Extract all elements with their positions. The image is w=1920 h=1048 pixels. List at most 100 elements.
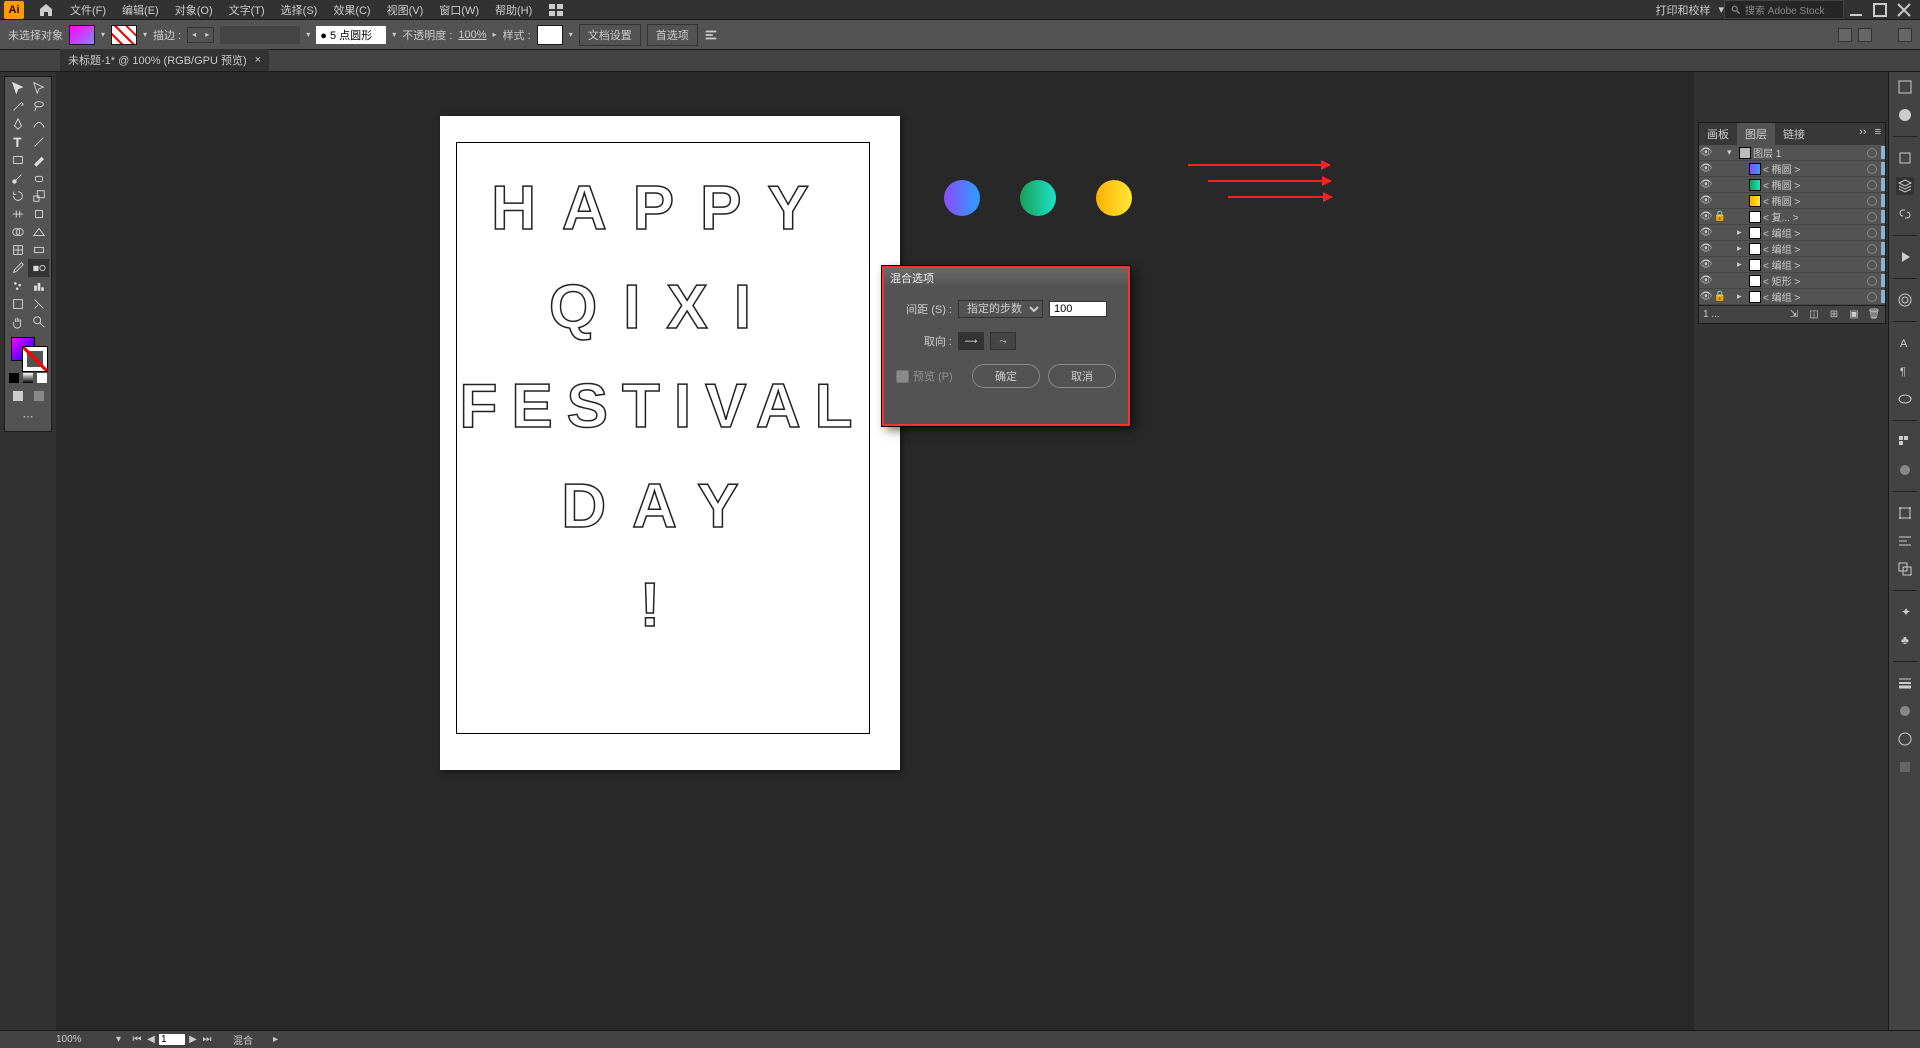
expand-icon[interactable]: ▸ bbox=[1737, 243, 1747, 254]
target-icon[interactable] bbox=[1867, 228, 1877, 238]
color-icon[interactable] bbox=[1896, 106, 1914, 124]
pathfinder-icon[interactable] bbox=[1896, 560, 1914, 578]
layer-name[interactable]: < 编组 > bbox=[1763, 241, 1863, 256]
workspace-label[interactable]: 打印和校样 bbox=[1647, 2, 1718, 18]
doc-setup-button[interactable]: 文档设置 bbox=[579, 24, 641, 46]
layers-icon[interactable] bbox=[1896, 177, 1914, 195]
layout-icon-2[interactable] bbox=[1858, 28, 1872, 42]
paintbrush-tool[interactable] bbox=[28, 151, 49, 169]
menu-view[interactable]: 视图(V) bbox=[379, 0, 432, 20]
selection-tool[interactable] bbox=[7, 79, 28, 97]
make-clip-icon[interactable]: ◫ bbox=[1807, 309, 1821, 321]
hand-tool[interactable] bbox=[7, 313, 28, 331]
chevron-right-icon[interactable]: ▸ bbox=[493, 30, 497, 39]
gradient-circle-2[interactable] bbox=[1020, 180, 1056, 216]
color-mode-gradient[interactable] bbox=[23, 373, 33, 383]
color-mode-solid[interactable] bbox=[9, 373, 19, 383]
maximize-icon[interactable] bbox=[1872, 2, 1888, 18]
brushes-icon[interactable]: ✦ bbox=[1896, 603, 1914, 621]
search-input[interactable]: 搜索 Adobe Stock bbox=[1724, 0, 1844, 19]
layout-icon-3[interactable] bbox=[1898, 28, 1912, 42]
expand-icon[interactable]: ▸ bbox=[1737, 259, 1747, 270]
target-icon[interactable] bbox=[1867, 244, 1877, 254]
swatches-icon[interactable] bbox=[1896, 433, 1914, 451]
visibility-icon[interactable]: 👁 bbox=[1699, 275, 1713, 286]
curvature-tool[interactable] bbox=[28, 115, 49, 133]
visibility-icon[interactable]: 👁 bbox=[1699, 147, 1713, 158]
magic-wand-tool[interactable] bbox=[7, 97, 28, 115]
artboard-nav[interactable]: ⏮ ◀ 1 ▶ ⏭ bbox=[131, 1034, 213, 1045]
layer-name[interactable]: < 椭圆 > bbox=[1763, 177, 1863, 192]
workspace-icon[interactable] bbox=[548, 2, 564, 18]
layer-name[interactable]: 图层 1 bbox=[1753, 145, 1863, 160]
appearance-icon[interactable] bbox=[1896, 730, 1914, 748]
lock-icon[interactable]: 🔒 bbox=[1713, 211, 1727, 222]
locate-icon[interactable]: ⇲ bbox=[1787, 309, 1801, 321]
orientation-align-page[interactable]: ⟿ bbox=[958, 332, 984, 350]
opentype-icon[interactable] bbox=[1896, 390, 1914, 408]
layer-name[interactable]: < 复... > bbox=[1763, 209, 1863, 224]
stroke-weight-dropdown[interactable]: ◂ ▸ bbox=[187, 27, 214, 43]
graphic-styles-icon[interactable] bbox=[1896, 758, 1914, 776]
links-icon[interactable] bbox=[1896, 205, 1914, 223]
menu-effect[interactable]: 效果(C) bbox=[325, 0, 378, 20]
transform-icon[interactable] bbox=[1896, 504, 1914, 522]
expand-icon[interactable]: ▸ bbox=[1737, 291, 1747, 302]
visibility-icon[interactable]: 👁 bbox=[1699, 291, 1713, 302]
target-icon[interactable] bbox=[1867, 148, 1877, 158]
menu-select[interactable]: 选择(S) bbox=[273, 0, 326, 20]
artboard-tool[interactable] bbox=[7, 295, 28, 313]
layout-icon-1[interactable] bbox=[1838, 28, 1852, 42]
libraries-icon[interactable] bbox=[1896, 149, 1914, 167]
direct-selection-tool[interactable] bbox=[28, 79, 49, 97]
align-icon[interactable] bbox=[704, 28, 718, 42]
stroke-color[interactable] bbox=[23, 347, 47, 371]
tab-layers[interactable]: 图层 bbox=[1737, 123, 1775, 145]
nav-last-icon[interactable]: ⏭ bbox=[201, 1034, 213, 1045]
artboard[interactable]: HAPPY QIXI FESTIVAL DAY ! bbox=[440, 116, 900, 770]
edit-toolbar-icon[interactable]: ⋯ bbox=[17, 407, 39, 425]
nav-page-input[interactable]: 1 bbox=[159, 1034, 185, 1045]
lock-icon[interactable]: 🔒 bbox=[1713, 291, 1727, 302]
layer-name[interactable]: < 矩形 > bbox=[1763, 273, 1863, 288]
spacing-dropdown[interactable]: 指定的步数 bbox=[958, 300, 1043, 318]
menu-file[interactable]: 文件(F) bbox=[62, 0, 114, 20]
stroke-style-dropdown[interactable] bbox=[220, 26, 300, 44]
expand-icon[interactable]: ▸ bbox=[1737, 227, 1747, 238]
width-tool[interactable] bbox=[7, 205, 28, 223]
character-icon[interactable]: A bbox=[1896, 334, 1914, 352]
target-icon[interactable] bbox=[1867, 260, 1877, 270]
zoom-tool[interactable] bbox=[28, 313, 49, 331]
target-icon[interactable] bbox=[1867, 164, 1877, 174]
delete-layer-icon[interactable]: 🗑 bbox=[1867, 309, 1881, 321]
mesh-tool[interactable] bbox=[7, 241, 28, 259]
layer-name[interactable]: < 椭圆 > bbox=[1763, 193, 1863, 208]
transparency-icon[interactable] bbox=[1896, 702, 1914, 720]
color-mode-none[interactable] bbox=[37, 373, 47, 383]
visibility-icon[interactable]: 👁 bbox=[1699, 163, 1713, 174]
gradient-circle-3[interactable] bbox=[1096, 180, 1132, 216]
menu-object[interactable]: 对象(O) bbox=[167, 0, 221, 20]
menu-edit[interactable]: 编辑(E) bbox=[114, 0, 167, 20]
pen-tool[interactable] bbox=[7, 115, 28, 133]
ok-button[interactable]: 确定 bbox=[972, 364, 1040, 388]
properties-icon[interactable] bbox=[1896, 78, 1914, 96]
nav-next-icon[interactable]: ▶ bbox=[187, 1034, 199, 1045]
line-tool[interactable] bbox=[28, 133, 49, 151]
stroke-profile-input[interactable]: ● 5 点圆形 bbox=[316, 26, 386, 44]
gradient-circle-1[interactable] bbox=[944, 180, 980, 216]
new-layer-icon[interactable]: ▣ bbox=[1847, 309, 1861, 321]
graph-tool[interactable] bbox=[28, 277, 49, 295]
opacity-value[interactable]: 100% bbox=[458, 29, 486, 41]
scale-tool[interactable] bbox=[28, 187, 49, 205]
style-swatch[interactable] bbox=[537, 25, 563, 45]
orientation-align-path[interactable]: ⤳ bbox=[990, 332, 1016, 350]
symbol-sprayer-tool[interactable] bbox=[7, 277, 28, 295]
preview-checkbox[interactable]: 预览 (P) bbox=[896, 368, 953, 384]
tab-links[interactable]: 链接 bbox=[1775, 123, 1813, 145]
shaper-tool[interactable] bbox=[7, 169, 28, 187]
perspective-tool[interactable] bbox=[28, 223, 49, 241]
eraser-tool[interactable] bbox=[28, 169, 49, 187]
rotate-tool[interactable] bbox=[7, 187, 28, 205]
spacing-value-input[interactable] bbox=[1049, 301, 1107, 317]
